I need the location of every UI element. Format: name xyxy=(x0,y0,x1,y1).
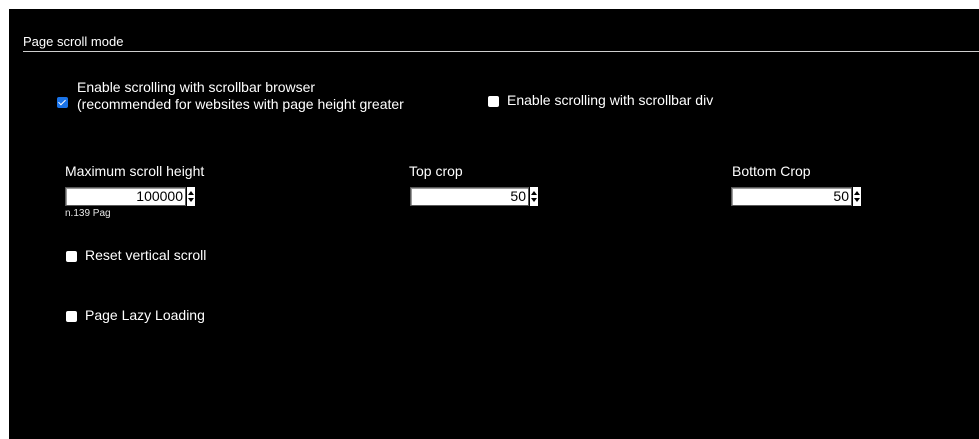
top-crop-spinner[interactable] xyxy=(530,187,538,206)
bottom-crop-spinner[interactable] xyxy=(853,187,861,206)
max-scroll-height-spinner[interactable] xyxy=(187,187,195,206)
bottom-crop-label: Bottom Crop xyxy=(732,163,811,179)
scrollbar-div-checkbox[interactable] xyxy=(488,96,499,107)
scrollbar-browser-label-line2: (recommended for websites with page heig… xyxy=(77,96,404,112)
top-crop-label: Top crop xyxy=(409,163,463,179)
spin-down-icon[interactable] xyxy=(854,198,860,203)
spin-up-icon[interactable] xyxy=(854,190,860,195)
bottom-crop-stepper[interactable]: 50 xyxy=(731,187,861,206)
spin-up-icon[interactable] xyxy=(531,190,537,195)
scrollbar-browser-checkbox[interactable] xyxy=(57,97,68,108)
max-scroll-height-stepper[interactable]: 100000 xyxy=(65,187,195,206)
section-divider xyxy=(23,51,979,52)
scrollbar-browser-label: Enable scrolling with scrollbar browser … xyxy=(77,79,404,113)
reset-vertical-scroll-checkbox[interactable] xyxy=(66,251,77,262)
page-lazy-loading-checkbox[interactable] xyxy=(66,311,77,322)
bottom-crop-input[interactable]: 50 xyxy=(731,187,852,206)
spin-down-icon[interactable] xyxy=(531,198,537,203)
max-scroll-height-label: Maximum scroll height xyxy=(65,163,205,179)
page-lazy-loading-label: Page Lazy Loading xyxy=(85,307,205,323)
spin-down-icon[interactable] xyxy=(188,198,194,203)
spin-up-icon[interactable] xyxy=(188,190,194,195)
settings-panel: Page scroll mode Enable scrolling with s… xyxy=(9,9,979,439)
top-crop-stepper[interactable]: 50 xyxy=(410,187,538,206)
reset-vertical-scroll-label: Reset vertical scroll xyxy=(85,247,207,263)
section-title: Page scroll mode xyxy=(23,34,124,49)
scrollbar-browser-label-line1: Enable scrolling with scrollbar browser xyxy=(77,79,316,95)
scrollbar-div-label: Enable scrolling with scrollbar div xyxy=(507,92,714,108)
max-scroll-height-input[interactable]: 100000 xyxy=(65,187,186,206)
page-count-hint: n.139 Pag xyxy=(65,208,111,219)
top-crop-input[interactable]: 50 xyxy=(410,187,529,206)
